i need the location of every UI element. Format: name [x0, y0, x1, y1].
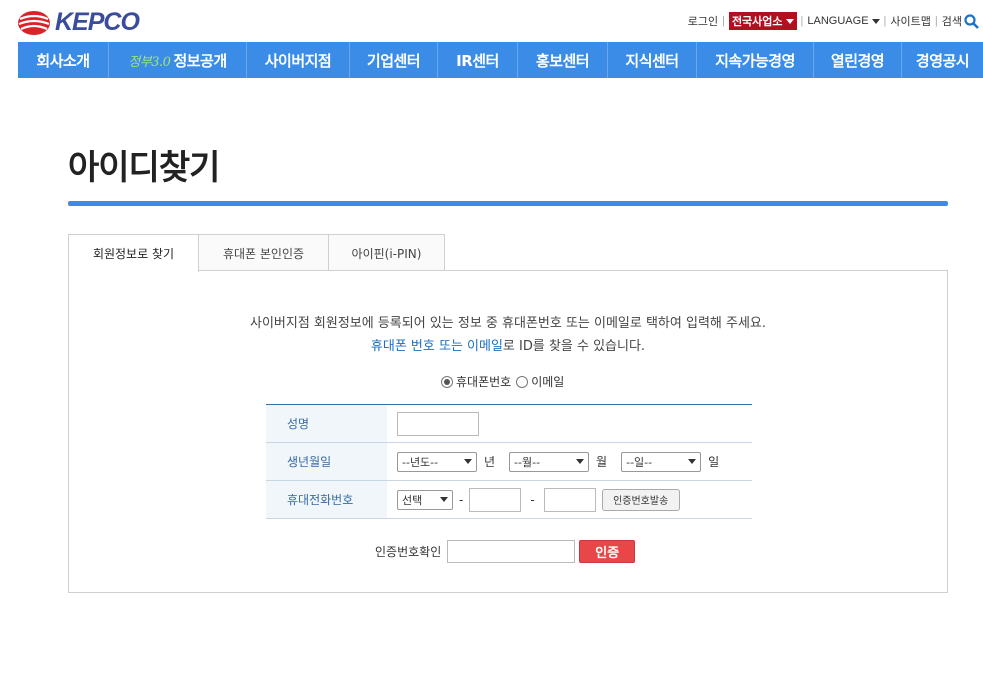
nav-item-knowledge[interactable]: 지식센터	[608, 42, 697, 78]
member-info-form: 성명 생년월일 --년도-- 년 --월-- 월 --일-- 일 휴대전화번호 …	[266, 404, 752, 519]
tab-ipin[interactable]: 아이핀(i-PIN)	[328, 234, 445, 271]
nav-label: 사이버지점	[264, 51, 332, 70]
verify-code-row: 인증번호확인 인증	[375, 540, 636, 563]
send-code-button[interactable]: 인증번호발송	[601, 488, 680, 511]
language-dropdown[interactable]: LANGUAGE	[807, 15, 880, 27]
year-unit: 년	[484, 455, 496, 469]
phone-mid-input[interactable]	[469, 487, 522, 512]
radio-email-label: 이메일	[531, 375, 565, 389]
phone-prefix-select[interactable]: 선택	[397, 489, 453, 510]
search-link[interactable]: 검색	[942, 13, 962, 29]
nav-label: IR센터	[456, 51, 499, 70]
verify-code-input[interactable]	[447, 540, 576, 563]
day-select-value: --일--	[626, 455, 653, 469]
search-icon[interactable]	[964, 13, 979, 29]
year-select[interactable]: --년도--	[397, 451, 477, 472]
day-select[interactable]: --일--	[621, 451, 702, 472]
radio-phone[interactable]	[441, 375, 453, 388]
nav-label: 경영공시	[915, 51, 970, 70]
nav-label: 지식센터	[625, 51, 679, 70]
form-row-birth: 생년월일 --년도-- 년 --월-- 월 --일-- 일	[266, 443, 752, 481]
nav-item-pr[interactable]: 홍보센터	[518, 42, 608, 78]
chevron-down-icon	[440, 497, 448, 502]
kepco-logo-icon	[18, 10, 50, 35]
phone-prefix-value: 선택	[402, 493, 423, 507]
radio-email[interactable]	[516, 375, 529, 388]
chevron-down-icon	[688, 459, 697, 464]
birth-label: 생년월일	[266, 443, 387, 480]
language-label: LANGUAGE	[807, 15, 869, 27]
phone-label: 휴대전화번호	[266, 481, 387, 518]
sitemap-link[interactable]: 사이트맵	[890, 13, 930, 29]
gov3-badge: 정부3.0	[128, 54, 171, 70]
nav-item-disclosure-mgmt[interactable]: 경영공시	[902, 42, 983, 78]
intro-text-2: 휴대폰 번호 또는 이메일로 ID를 찾을 수 있습니다.	[69, 335, 947, 354]
phone-last-input[interactable]	[543, 487, 596, 512]
find-id-panel: 사이버지점 회원정보에 등록되어 있는 정보 중 휴대폰번호 또는 이메일로 택…	[68, 270, 948, 593]
nav-item-company[interactable]: 회사소개	[18, 42, 109, 78]
nav-label: 홍보센터	[535, 51, 590, 70]
login-link[interactable]: 로그인	[688, 13, 718, 29]
top-header: KEPCO 로그인 | 전국사업소 | LANGUAGE | 사이트맵 | 검색	[0, 0, 983, 42]
intro-highlight: 휴대폰 번호 또는 이메일	[370, 339, 503, 354]
global-navigation: 회사소개 정부3.0 정보공개 사이버지점 기업센터 IR센터 홍보센터 지식센터…	[18, 42, 983, 78]
day-unit: 일	[708, 455, 720, 469]
divider: |	[800, 15, 804, 27]
search-method-radios: 휴대폰번호 이메일	[441, 373, 564, 390]
nav-item-open-management[interactable]: 열린경영	[814, 42, 902, 78]
nav-label: 열린경영	[830, 51, 885, 70]
divider: |	[722, 15, 725, 27]
title-divider	[68, 201, 948, 206]
month-select-value: --월--	[514, 455, 541, 469]
tab-member-info[interactable]: 회원정보로 찾기	[68, 234, 199, 272]
divider: |	[883, 15, 887, 27]
nav-item-business[interactable]: 기업센터	[350, 42, 438, 78]
logo-text: KEPCO	[55, 8, 140, 36]
chevron-down-icon	[464, 459, 472, 464]
year-select-value: --년도--	[402, 455, 439, 469]
verify-button[interactable]: 인증	[579, 540, 636, 563]
chevron-down-icon	[576, 459, 585, 464]
month-unit: 월	[596, 455, 608, 469]
tab-phone-auth[interactable]: 휴대폰 본인인증	[198, 234, 329, 271]
phone-field-cell: 선택 - - 인증번호발송	[387, 481, 752, 518]
utility-menu: 로그인 | 전국사업소 | LANGUAGE | 사이트맵 | 검색	[688, 12, 979, 30]
phone-dash: -	[530, 492, 535, 507]
birth-field-cell: --년도-- 년 --월-- 월 --일-- 일	[387, 443, 752, 480]
radio-phone-label: 휴대폰번호	[456, 375, 512, 389]
page-title: 아이디찾기	[68, 148, 220, 188]
phone-dash: -	[459, 492, 464, 507]
find-id-tabs: 회원정보로 찾기 휴대폰 본인인증 아이핀(i-PIN)	[68, 234, 445, 272]
nav-item-disclosure[interactable]: 정부3.0 정보공개	[109, 42, 247, 78]
nav-label: 회사소개	[36, 51, 90, 70]
nav-item-ir[interactable]: IR센터	[438, 42, 518, 78]
caret-down-icon	[785, 18, 794, 24]
nav-label: 정보공개	[173, 51, 227, 70]
form-row-name: 성명	[266, 405, 752, 443]
kepco-logo[interactable]: KEPCO	[17, 8, 140, 37]
form-row-phone: 휴대전화번호 선택 - - 인증번호발송	[266, 481, 752, 519]
verify-label: 인증번호확인	[375, 545, 442, 559]
nav-label: 지속가능경영	[715, 51, 795, 70]
nav-item-sustainability[interactable]: 지속가능경영	[697, 42, 814, 78]
branch-label: 전국사업소	[731, 16, 783, 28]
name-input[interactable]	[397, 411, 479, 436]
branch-dropdown[interactable]: 전국사업소	[728, 12, 797, 30]
divider: |	[934, 15, 938, 27]
intro-text: 사이버지점 회원정보에 등록되어 있는 정보 중 휴대폰번호 또는 이메일로 택…	[249, 316, 767, 331]
name-label: 성명	[266, 405, 387, 442]
month-select[interactable]: --월--	[509, 451, 590, 472]
name-field-cell	[387, 405, 752, 442]
nav-label: 기업센터	[366, 51, 421, 70]
nav-item-cyber-branch[interactable]: 사이버지점	[247, 42, 350, 78]
caret-down-icon	[871, 18, 880, 24]
intro-rest: 로 ID를 찾을 수 있습니다.	[502, 339, 646, 354]
